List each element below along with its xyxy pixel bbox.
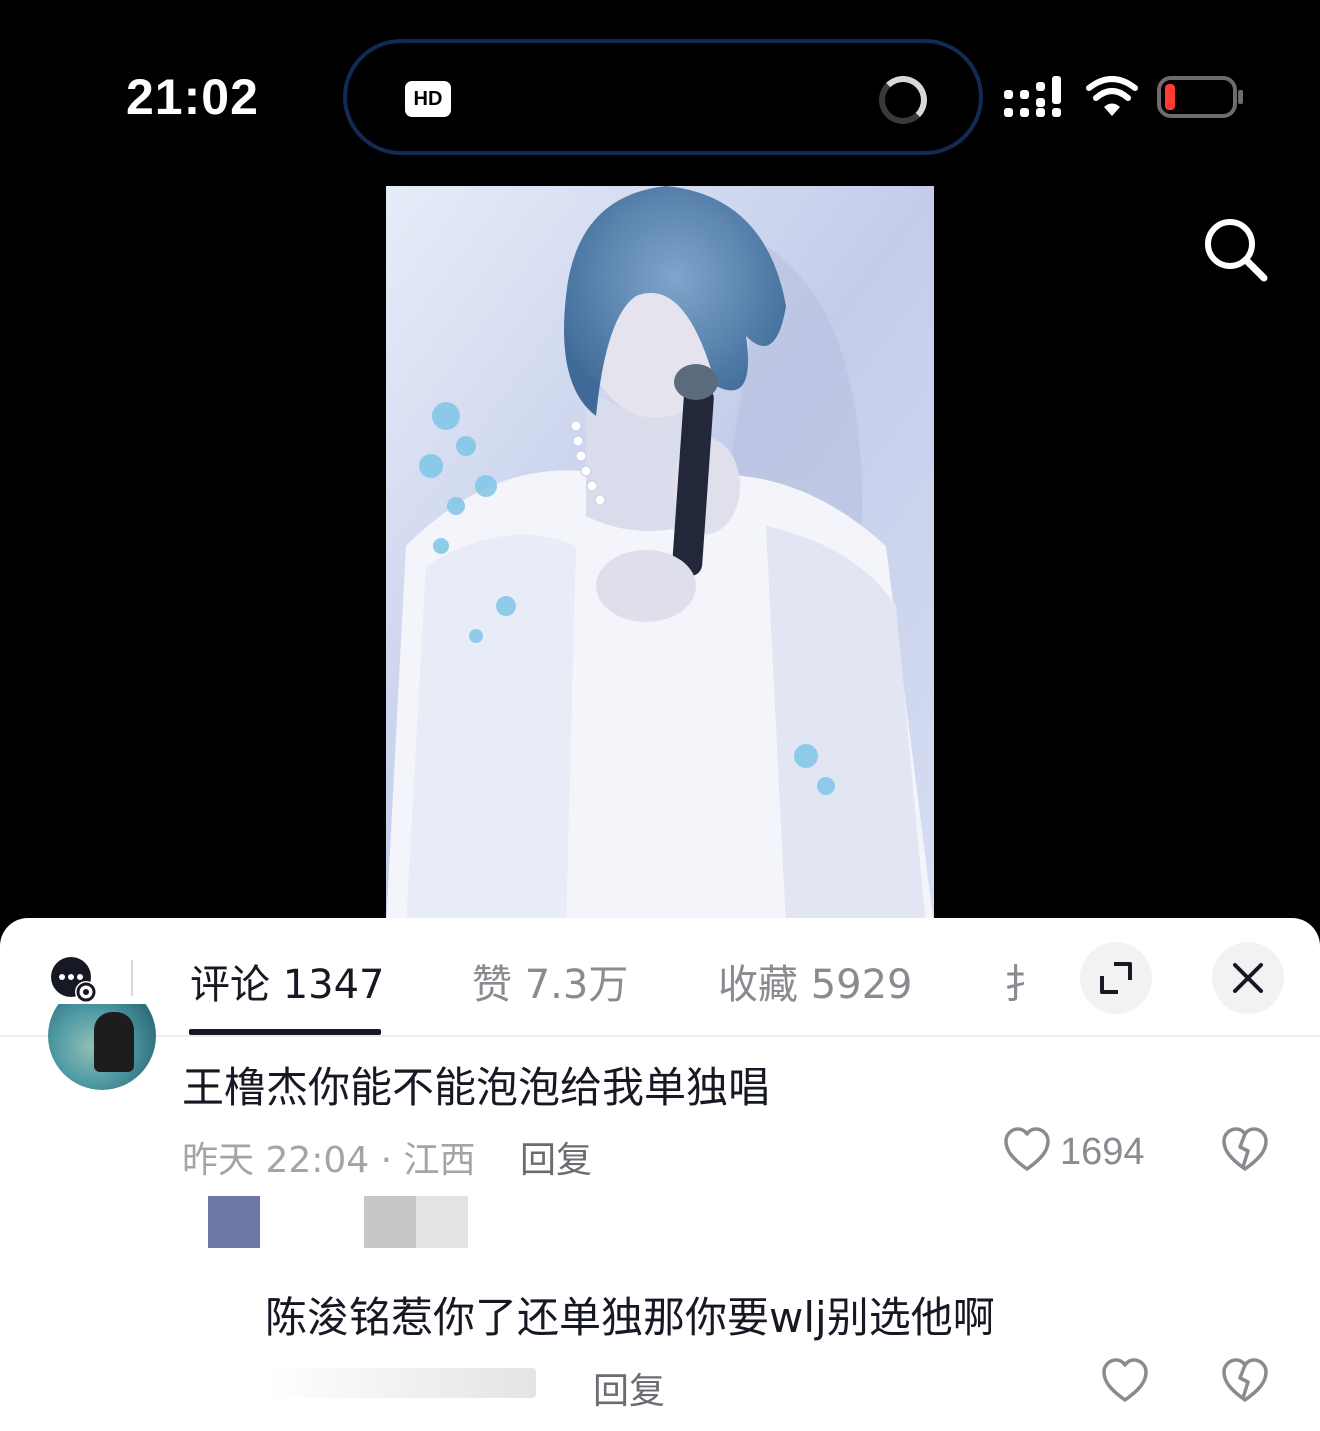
comment-panel: 评论 1347 赞 7.3万 收藏 5929 扌 王橹杰你能不能泡泡给我单独唱 … bbox=[0, 918, 1320, 1431]
tab-bar: 评论 1347 赞 7.3万 收藏 5929 扌 bbox=[0, 918, 1320, 1037]
broken-heart-icon[interactable] bbox=[1221, 1127, 1269, 1173]
blurred-name bbox=[364, 1196, 416, 1248]
reply-comment-text: 陈浚铭惹你了还单独那你要wlj别选他啊 bbox=[265, 1293, 995, 1342]
tab-active-indicator bbox=[189, 1029, 381, 1035]
blurred-meta bbox=[268, 1368, 536, 1398]
search-icon[interactable] bbox=[1200, 214, 1272, 286]
tab-divider bbox=[131, 960, 133, 996]
comment-meta: 昨天 22:04 · 江西 bbox=[182, 1140, 476, 1181]
broken-heart-icon[interactable] bbox=[1221, 1358, 1269, 1404]
tab-likes[interactable]: 赞 7.3万 bbox=[472, 952, 628, 1010]
like-count: 1694 bbox=[1060, 1131, 1145, 1173]
close-icon bbox=[1233, 963, 1263, 993]
spinner-icon bbox=[879, 76, 927, 124]
video-frame-image bbox=[386, 186, 934, 926]
heart-icon[interactable] bbox=[1003, 1127, 1051, 1173]
status-time: 21:02 bbox=[126, 69, 259, 125]
tab-comments[interactable]: 评论 1347 bbox=[190, 952, 385, 1010]
comment-text: 王橹杰你能不能泡泡给我单独唱 bbox=[182, 1063, 771, 1112]
avatar[interactable] bbox=[48, 1004, 156, 1090]
tab-more[interactable]: 扌 bbox=[1004, 952, 1026, 1010]
chat-settings-icon[interactable] bbox=[50, 956, 100, 1004]
close-button[interactable] bbox=[1212, 942, 1284, 1014]
blurred-avatar bbox=[208, 1196, 260, 1248]
expand-button[interactable] bbox=[1080, 942, 1152, 1014]
dynamic-island[interactable]: HD bbox=[343, 39, 983, 155]
blurred-name bbox=[416, 1196, 468, 1248]
reply-button[interactable]: 回复 bbox=[520, 1131, 592, 1183]
video-player[interactable] bbox=[386, 186, 934, 926]
battery-icon bbox=[1157, 76, 1243, 118]
expand-icon bbox=[1100, 962, 1132, 994]
wifi-icon bbox=[1086, 76, 1138, 116]
heart-icon[interactable] bbox=[1101, 1358, 1149, 1404]
tab-favorites[interactable]: 收藏 5929 bbox=[718, 952, 913, 1010]
signal-icon bbox=[1004, 76, 1061, 117]
reply-button[interactable]: 回复 bbox=[593, 1362, 665, 1414]
hd-badge: HD bbox=[405, 81, 451, 117]
